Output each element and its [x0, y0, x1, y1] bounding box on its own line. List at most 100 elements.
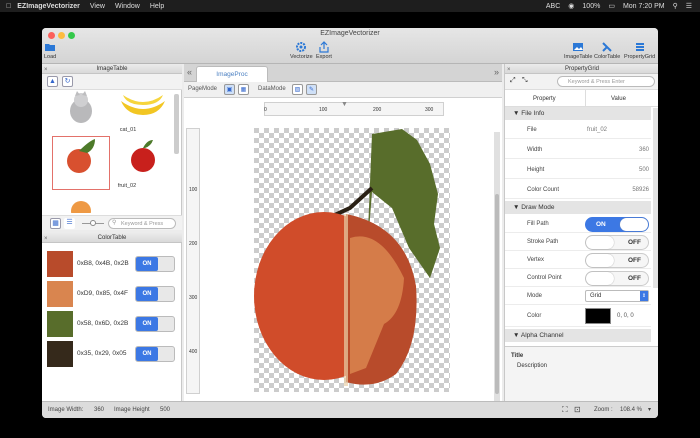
description-pane: Title Description	[505, 346, 658, 401]
page-mode-single-icon[interactable]: ▣	[224, 84, 235, 95]
color-row[interactable]: 0xD9, 0x85, 0x4F ON	[47, 281, 177, 307]
wifi-icon[interactable]: ◉	[568, 2, 574, 10]
image-search-placeholder: Keyword & Press	[121, 221, 164, 227]
zoom-value[interactable]: 108.4 %	[620, 407, 642, 413]
fit-icon[interactable]: ⛶	[562, 405, 568, 415]
prop-row-fill-path[interactable]: Fill Path ON	[505, 215, 651, 233]
prop-row-file[interactable]: File fruit_02	[505, 121, 651, 139]
color-table-button[interactable]: ColorTable	[594, 41, 620, 60]
page-mode-grid-icon[interactable]: ▦	[238, 84, 249, 95]
color-well[interactable]	[585, 308, 611, 324]
prop-row-control-point[interactable]: Control Point OFF	[505, 269, 651, 287]
image-cell-fruit-04[interactable]: fruit_04	[114, 91, 172, 133]
vertex-toggle[interactable]: OFF	[585, 253, 649, 268]
add-image-icon[interactable]: ▲	[47, 76, 58, 87]
peach-thumbnail	[67, 139, 95, 173]
prop-row-height[interactable]: Height 500	[505, 161, 651, 179]
load-button[interactable]: Load	[44, 41, 56, 60]
list-view-icon[interactable]: ☰	[64, 218, 75, 229]
battery-percent[interactable]: 100%	[582, 3, 600, 10]
prop-row-width[interactable]: Width 360	[505, 141, 651, 159]
zoom-chevron-icon[interactable]: ▾	[648, 406, 651, 413]
image-cell-fruit-02[interactable]: fruit_02	[52, 136, 136, 190]
property-search-input[interactable]: Keyword & Press Enter	[557, 76, 655, 87]
color-row[interactable]: 0xB8, 0x4B, 0x2B ON	[47, 251, 177, 277]
property-grid-header: × PropertyGrid	[505, 64, 658, 74]
menu-window[interactable]: Window	[115, 3, 140, 10]
image-table-button[interactable]: ImageTable	[564, 41, 592, 60]
vertical-ruler: 100 200 300 400	[186, 128, 200, 394]
color-toggle[interactable]: ON	[135, 346, 175, 362]
image-table-toolbar: ▲ ↻	[42, 74, 182, 90]
menu-app-name[interactable]: EZImageVectorizer	[17, 3, 80, 10]
refresh-icon[interactable]: ↻	[62, 76, 73, 87]
collapse-left-icon[interactable]: «	[187, 67, 192, 77]
menu-view[interactable]: View	[90, 3, 105, 10]
ruler-tick: 200	[189, 241, 198, 247]
menu-help[interactable]: Help	[150, 3, 164, 10]
toggle-state: ON	[136, 257, 158, 271]
mode-bar: PageMode ▣ ▦ DataMode ▨ ✎	[184, 82, 502, 98]
fill-path-toggle[interactable]: ON	[585, 217, 649, 232]
close-panel-icon[interactable]: ×	[44, 234, 48, 244]
image-canvas[interactable]: 0 100 200 300 ▼ 100 200 300 400	[184, 98, 502, 402]
apple-icon[interactable]: 	[6, 3, 11, 10]
vectorize-button[interactable]: Vectorize	[290, 41, 313, 60]
image-cell-partial[interactable]	[52, 195, 110, 214]
tab-imageproc[interactable]: ImageProc	[196, 66, 268, 82]
image-table-scrollbar[interactable]	[174, 94, 179, 154]
prop-row-stroke-path[interactable]: Stroke Path OFF	[505, 233, 651, 251]
image-search-input[interactable]: Keyword & Press	[108, 218, 176, 229]
prop-row-color-count[interactable]: Color Count 58926	[505, 181, 651, 199]
image-cell-fruit-03[interactable]: fruit_03	[114, 136, 172, 190]
section-file-info[interactable]: ▼ File Info	[505, 107, 651, 120]
export-button[interactable]: Export	[316, 41, 332, 60]
control-point-toggle[interactable]: OFF	[585, 271, 649, 286]
section-alpha-channel[interactable]: ▼ Alpha Channel	[505, 329, 651, 342]
stroke-path-toggle[interactable]: OFF	[585, 235, 649, 250]
property-grid-button[interactable]: PropertyGrid	[624, 41, 655, 60]
expand-icon[interactable]: ⤢	[510, 77, 516, 85]
prop-row-mode[interactable]: Mode Grid ⇕	[505, 287, 651, 305]
split-line[interactable]	[344, 214, 348, 386]
color-toggle[interactable]: ON	[135, 316, 175, 332]
color-row[interactable]: 0x58, 0x6D, 0x2B ON	[47, 311, 177, 337]
clock[interactable]: Mon 7:20 PM	[623, 3, 665, 10]
ruler-tick: 0	[264, 107, 267, 113]
menubar:  EZImageVectorizer View Window Help ABC…	[0, 0, 700, 12]
image-cell-cat-01[interactable]: cat_01	[52, 91, 136, 133]
ruler-marker-icon[interactable]: ▼	[341, 101, 348, 108]
canvas-scrollbar[interactable]	[494, 132, 500, 402]
prop-row-color[interactable]: Color 0, 0, 0	[505, 305, 651, 327]
data-mode-bitmap-icon[interactable]: ▨	[292, 84, 303, 95]
color-toggle[interactable]: ON	[135, 256, 175, 272]
color-swatch	[47, 341, 73, 367]
property-scrollbar[interactable]	[653, 108, 658, 288]
collapse-icon[interactable]: ⤡	[522, 77, 528, 85]
grid-view-icon[interactable]: ▦	[50, 218, 61, 229]
image-table-bottom-bar: ▦ ☰ Keyword & Press ⚲	[42, 215, 182, 230]
scroll-thumb[interactable]	[495, 194, 499, 394]
ruler-tick: 100	[319, 107, 328, 113]
color-value: 0x35, 0x29, 0x05	[77, 350, 127, 357]
col-divider	[585, 90, 586, 107]
menu-list-icon[interactable]: ☰	[686, 2, 692, 10]
data-mode-vector-icon[interactable]: ✎	[306, 84, 317, 95]
input-source[interactable]: ABC	[546, 3, 560, 10]
thumbnail-partial	[71, 201, 91, 214]
apple-thumbnail	[131, 140, 155, 172]
mode-select[interactable]: Grid ⇕	[585, 290, 649, 302]
search-icon[interactable]: ⚲	[673, 2, 678, 10]
prop-row-vertex[interactable]: Vertex OFF	[505, 251, 651, 269]
color-toggle[interactable]: ON	[135, 286, 175, 302]
horizontal-ruler: 0 100 200 300 ▼	[264, 101, 444, 116]
col-property: Property	[533, 96, 556, 102]
peach-image	[254, 128, 450, 392]
slider-knob[interactable]	[90, 220, 96, 226]
collapse-right-icon[interactable]: »	[494, 67, 499, 77]
folder-icon	[45, 44, 56, 51]
color-row[interactable]: 0x35, 0x29, 0x05 ON	[47, 341, 177, 367]
section-draw-mode[interactable]: ▼ Draw Mode	[505, 201, 651, 214]
color-swatch	[47, 281, 73, 307]
actual-size-icon[interactable]: ⊡	[574, 405, 581, 414]
